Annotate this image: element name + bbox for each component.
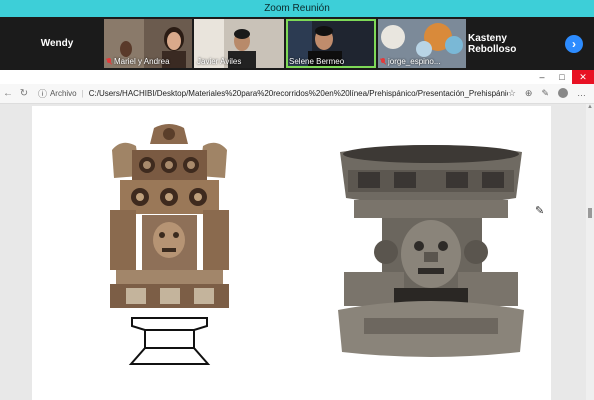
participant-name: jorge_espino... — [388, 57, 441, 66]
incense-burner-image — [110, 124, 229, 365]
scroll-up-icon[interactable]: ▲ — [586, 104, 594, 110]
document-viewer: ✎ ▲ — [0, 104, 594, 400]
favorite-icon[interactable]: ☆ — [508, 88, 516, 99]
minimize-button[interactable]: – — [532, 70, 552, 84]
refresh-icon[interactable]: ↻ — [16, 88, 32, 99]
maximize-button[interactable]: □ — [552, 70, 572, 84]
extensions-icon[interactable]: ⊕ — [525, 88, 533, 99]
browser-titlebar: – □ ✕ — [0, 70, 594, 84]
info-icon[interactable]: ⓘ — [38, 87, 47, 100]
muted-mic-icon — [106, 58, 112, 65]
url-input[interactable]: C:/Users/HACHIBI/Desktop/Materiales%20pa… — [89, 89, 508, 98]
close-button[interactable]: ✕ — [572, 70, 594, 84]
participant-tile-wendy[interactable]: Wendy — [12, 19, 102, 68]
participant-tile-selene[interactable]: Selene Bermeo — [286, 19, 376, 68]
participant-name: Javier Aviles — [197, 57, 242, 66]
participant-name: Mariel y Andrea — [114, 57, 170, 66]
chevron-right-icon[interactable]: › — [565, 35, 583, 53]
pen-cursor-icon: ✎ — [535, 205, 545, 217]
participant-tile-mariel[interactable]: Mariel y Andrea — [104, 19, 192, 68]
participant-name: Kasteny Rebolloso — [468, 32, 517, 55]
stone-brazier-image — [338, 145, 524, 357]
menu-icon[interactable]: … — [577, 88, 586, 99]
participant-tile-kasteny[interactable]: Kasteny Rebolloso — [468, 19, 558, 68]
muted-mic-icon — [380, 58, 386, 65]
annotate-icon[interactable]: ✎ — [541, 88, 549, 99]
scroll-thumb[interactable] — [588, 208, 592, 218]
address-bar: ← ↻ ⓘ Archivo | C:/Users/HACHIBI/Desktop… — [0, 84, 594, 104]
url-scheme-label: Archivo — [49, 89, 77, 98]
profile-avatar[interactable] — [558, 88, 569, 98]
participant-strip: Wendy Mariel y Andrea Javier Aviles Sele… — [0, 17, 594, 70]
zoom-window-title: Zoom Reunión — [0, 0, 594, 17]
participant-name: Wendy — [40, 38, 74, 49]
participant-tile-javier[interactable]: Javier Aviles — [194, 19, 284, 68]
back-icon[interactable]: ← — [0, 88, 16, 99]
vertical-scrollbar[interactable]: ▲ — [586, 104, 594, 400]
slide-page — [32, 106, 551, 400]
participant-tile-jorge[interactable]: jorge_espino... — [378, 19, 466, 68]
participant-name: Selene Bermeo — [289, 57, 345, 66]
